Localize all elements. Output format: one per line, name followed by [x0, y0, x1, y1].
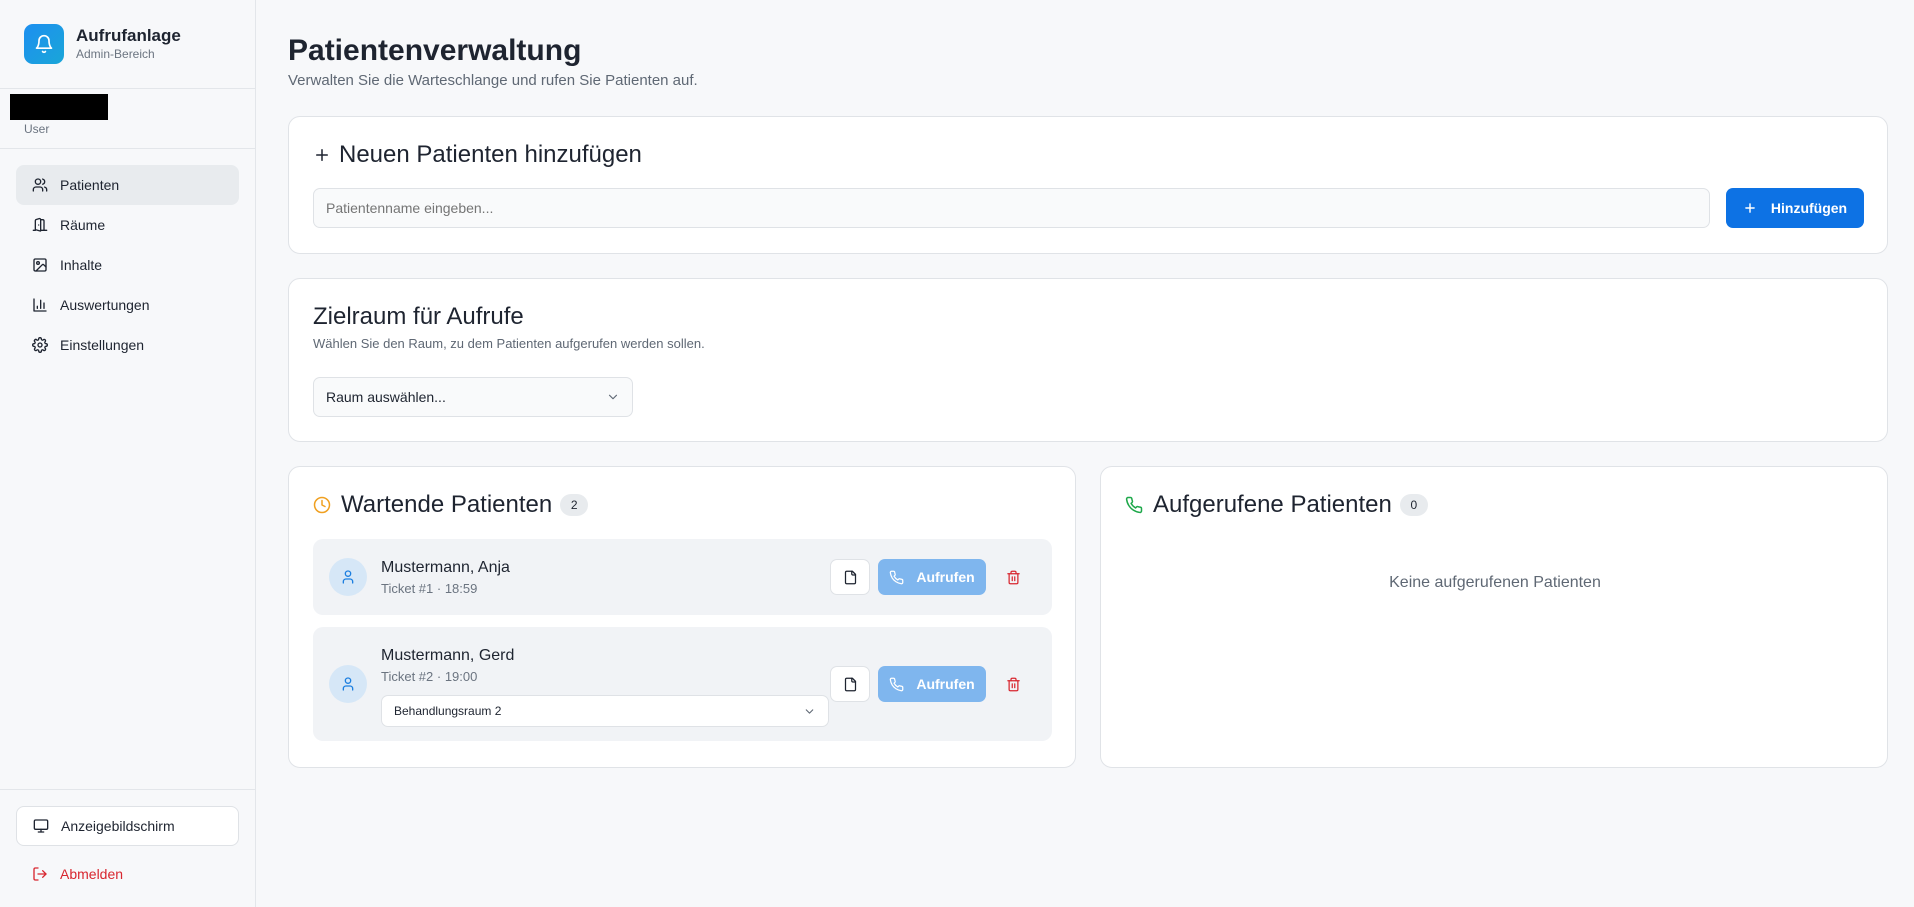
sidebar: Aufrufanlage Admin-Bereich User Patiente… — [0, 0, 256, 907]
redacted-username — [10, 94, 108, 120]
chevron-down-icon — [803, 705, 816, 718]
add-patient-button-label: Hinzufügen — [1770, 200, 1848, 216]
call-patient-button[interactable]: Aufrufen — [878, 666, 986, 702]
waiting-patient-row: Mustermann, Anja Ticket #1 · 18:59 Aufru… — [313, 539, 1052, 615]
add-patient-title-text: Neuen Patienten hinzufügen — [339, 141, 642, 168]
call-button-label: Aufrufen — [916, 676, 975, 692]
brand: Aufrufanlage Admin-Bereich — [0, 0, 255, 89]
patient-name: Mustermann, Gerd — [381, 647, 515, 664]
chevron-down-icon — [606, 390, 620, 404]
waiting-patient-row: Mustermann, Gerd Ticket #2 · 19:00 Behan… — [313, 627, 1052, 741]
page-subtitle: Verwalten Sie die Warteschlange und rufe… — [288, 72, 698, 89]
patient-room-value: Behandlungsraum 2 — [394, 704, 502, 718]
target-room-select-value: Raum auswählen... — [326, 389, 446, 405]
document-button[interactable] — [830, 666, 870, 702]
waiting-patients-card: Wartende Patienten 2 Mustermann, Anja Ti… — [288, 466, 1076, 768]
plus-icon — [313, 146, 331, 164]
add-patient-card: Neuen Patienten hinzufügen Hinzufügen — [288, 116, 1888, 254]
app-subtitle: Admin-Bereich — [76, 47, 155, 61]
patient-ticket: Ticket #2 · 19:00 — [381, 669, 478, 684]
user-avatar-icon — [329, 558, 367, 596]
display-screen-label: Anzeigebildschirm — [61, 818, 175, 834]
add-patient-title: Neuen Patienten hinzufügen — [313, 141, 642, 169]
plus-icon — [1743, 201, 1757, 215]
sidebar-item-raeume[interactable]: Räume — [16, 205, 239, 245]
trash-icon — [1006, 677, 1021, 692]
delete-patient-button[interactable] — [997, 559, 1029, 595]
called-title-text: Aufgerufene Patienten — [1153, 491, 1392, 518]
sidebar-item-label: Inhalte — [60, 257, 103, 273]
logout-icon — [32, 866, 48, 882]
target-room-select[interactable]: Raum auswählen... — [313, 377, 633, 417]
sidebar-item-label: Räume — [60, 217, 106, 233]
sidebar-item-auswertungen[interactable]: Auswertungen — [16, 285, 239, 325]
sidebar-item-label: Auswertungen — [60, 297, 150, 313]
sidebar-item-label: Patienten — [60, 177, 120, 193]
called-patients-card: Aufgerufene Patienten 0 Keine aufgerufen… — [1100, 466, 1888, 768]
bell-logo-icon — [24, 24, 64, 64]
patient-name: Mustermann, Anja — [381, 559, 510, 576]
file-icon — [843, 677, 858, 692]
users-icon — [32, 177, 48, 193]
phone-icon — [1125, 496, 1143, 514]
sidebar-item-patienten[interactable]: Patienten — [16, 165, 239, 205]
file-icon — [843, 570, 858, 585]
page-title: Patientenverwaltung — [288, 34, 582, 67]
delete-patient-button[interactable] — [997, 666, 1029, 702]
called-title: Aufgerufene Patienten 0 — [1125, 491, 1428, 519]
patient-room-select[interactable]: Behandlungsraum 2 — [381, 695, 829, 727]
call-patient-button[interactable]: Aufrufen — [878, 559, 986, 595]
app-title: Aufrufanlage — [76, 26, 181, 45]
patient-ticket: Ticket #1 · 18:59 — [381, 581, 478, 596]
bar-chart-icon — [32, 297, 48, 313]
sidebar-footer: Anzeigebildschirm Abmelden — [0, 789, 255, 907]
patient-name-input[interactable] — [313, 188, 1710, 228]
document-button[interactable] — [830, 559, 870, 595]
logout-label: Abmelden — [60, 866, 124, 882]
phone-icon — [889, 570, 904, 585]
clock-icon — [313, 496, 331, 514]
waiting-count-badge: 2 — [560, 494, 589, 516]
logout-button[interactable]: Abmelden — [16, 854, 239, 894]
target-room-description: Wählen Sie den Raum, zu dem Patienten au… — [313, 336, 705, 351]
sidebar-item-einstellungen[interactable]: Einstellungen — [16, 325, 239, 365]
called-empty-state: Keine aufgerufenen Patienten — [1389, 574, 1601, 591]
monitor-icon — [33, 818, 49, 834]
image-icon — [32, 257, 48, 273]
phone-icon — [889, 677, 904, 692]
sidebar-item-label: Einstellungen — [60, 337, 145, 353]
waiting-title-text: Wartende Patienten — [341, 491, 553, 518]
display-screen-button[interactable]: Anzeigebildschirm — [16, 806, 239, 846]
add-patient-button[interactable]: Hinzufügen — [1726, 188, 1864, 228]
waiting-title: Wartende Patienten 2 — [313, 491, 589, 519]
target-room-title: Zielraum für Aufrufe — [313, 303, 524, 330]
trash-icon — [1006, 570, 1021, 585]
called-count-badge: 0 — [1399, 494, 1428, 516]
user-block: User — [0, 89, 255, 149]
door-icon — [32, 217, 48, 233]
call-button-label: Aufrufen — [916, 569, 975, 585]
target-room-card: Zielraum für Aufrufe Wählen Sie den Raum… — [288, 278, 1888, 442]
user-avatar-icon — [329, 665, 367, 703]
gear-icon — [32, 337, 48, 353]
sidebar-item-inhalte[interactable]: Inhalte — [16, 245, 239, 285]
sidebar-nav: Patienten Räume Inhalte Auswertungen Ein… — [0, 149, 255, 381]
user-role: User — [24, 122, 50, 136]
